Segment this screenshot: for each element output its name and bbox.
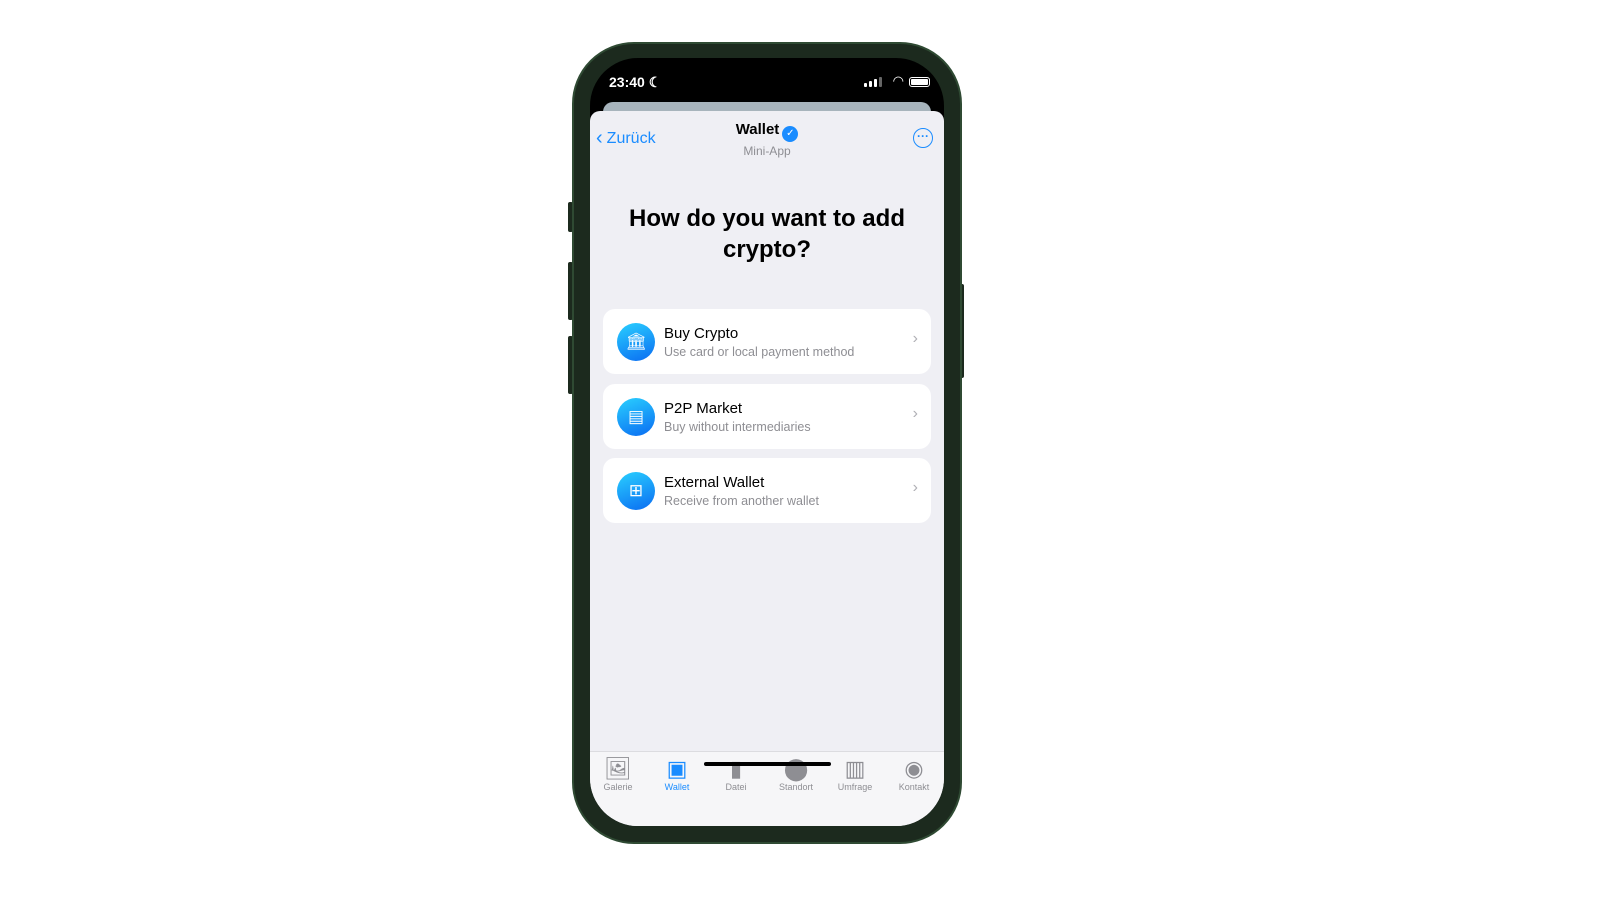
contact-icon: ◉: [904, 756, 924, 781]
nav-title: Wallet ✓ Mini-App: [590, 121, 944, 158]
more-icon: ···: [917, 129, 929, 143]
signal-icon: [864, 77, 882, 87]
store-icon: ▤: [617, 398, 655, 436]
option-title: P2P Market: [664, 400, 743, 417]
tab-galerie[interactable]: 🖼︎ Galerie: [590, 756, 646, 792]
poll-icon: ▥: [844, 756, 866, 781]
mini-app-sheet: ‹ Zurück Wallet ✓ Mini-App ··· How do you …: [590, 111, 944, 826]
notch: [695, 58, 840, 90]
tab-label: Datei: [725, 782, 747, 792]
time-text: 23:40: [609, 74, 645, 90]
tab-label: Standort: [778, 782, 814, 792]
tab-label: Kontakt: [898, 782, 930, 792]
page-title: How do you want to add crypto?: [629, 205, 905, 263]
gallery-icon: 🖼︎: [604, 756, 632, 781]
option-external-wallet[interactable]: ⊞ External Wallet Receive from another w…: [603, 458, 931, 523]
bank-icon: 🏛︎: [617, 323, 655, 361]
tab-kontakt[interactable]: ◉ Kontakt: [886, 756, 942, 792]
app-subtitle: Mini-App: [743, 144, 791, 158]
more-button[interactable]: ···: [913, 128, 933, 148]
option-subtitle: Receive from another wallet: [664, 494, 819, 508]
tab-label: Umfrage: [837, 782, 873, 792]
home-indicator[interactable]: [704, 762, 831, 766]
wallet-icon: ▣: [666, 756, 688, 781]
status-bar: 23:40 ☾ ◠: [590, 58, 944, 108]
option-subtitle: Use card or local payment method: [664, 345, 855, 359]
verified-badge-icon: ✓: [782, 126, 799, 142]
moon-icon: ☾: [648, 74, 662, 90]
option-title: Buy Crypto: [664, 325, 739, 342]
file-icon: ▮: [729, 756, 743, 781]
tab-label: Wallet: [664, 782, 690, 792]
status-time: 23:40 ☾: [609, 74, 661, 91]
app-title: Wallet: [735, 121, 780, 138]
chevron-right-icon: ›: [912, 330, 918, 347]
phone-screen: 23:40 ☾ ◠ ‹ Zurück Wallet ✓ Mini-App ··· H…: [590, 58, 944, 826]
qr-code-icon: ⊞: [617, 472, 655, 510]
wifi-icon: ◠: [892, 73, 904, 88]
option-p2p-market[interactable]: ▤ P2P Market Buy without intermediaries …: [603, 384, 931, 449]
battery-icon: [909, 77, 930, 87]
option-buy-crypto[interactable]: 🏛︎ Buy Crypto Use card or local payment …: [603, 309, 931, 374]
location-icon: ⬤: [783, 756, 809, 781]
option-title: External Wallet: [664, 474, 765, 491]
option-subtitle: Buy without intermediaries: [664, 420, 811, 434]
chevron-right-icon: ›: [912, 405, 918, 422]
tab-wallet[interactable]: ▣ Wallet: [649, 756, 705, 792]
chevron-right-icon: ›: [912, 479, 918, 496]
tab-umfrage[interactable]: ▥ Umfrage: [827, 756, 883, 792]
tab-label: Galerie: [603, 782, 633, 792]
